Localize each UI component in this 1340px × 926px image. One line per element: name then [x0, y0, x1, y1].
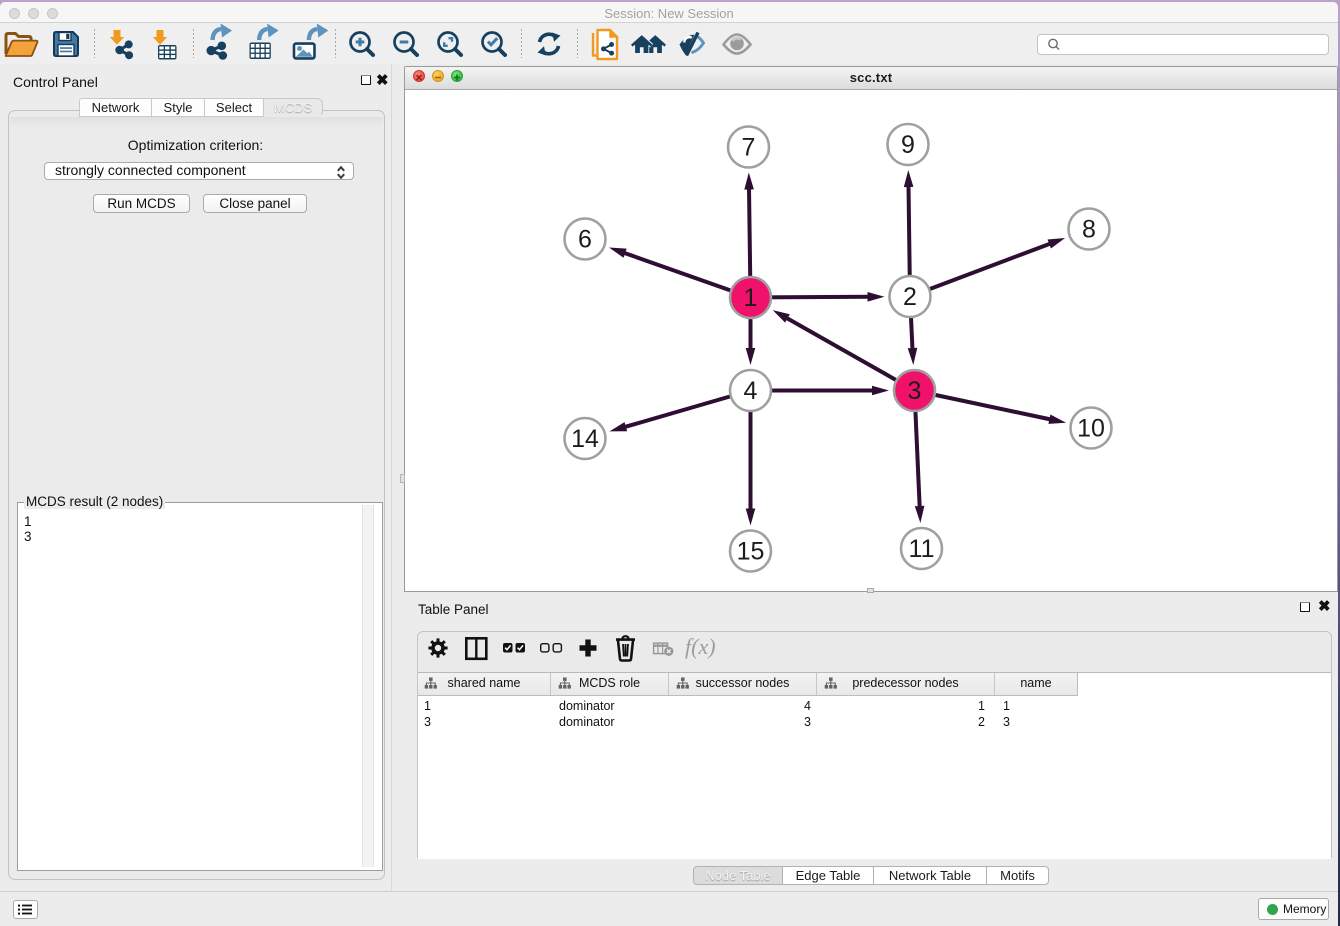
- svg-text:2: 2: [903, 283, 917, 311]
- svg-text:11: 11: [909, 535, 935, 563]
- svg-text:9: 9: [901, 131, 915, 159]
- svg-text:3: 3: [908, 377, 922, 405]
- svg-text:10: 10: [1077, 415, 1105, 443]
- svg-text:4: 4: [744, 377, 758, 405]
- svg-text:15: 15: [737, 538, 765, 566]
- svg-text:1: 1: [744, 284, 758, 312]
- svg-text:7: 7: [742, 134, 756, 162]
- svg-text:6: 6: [578, 226, 592, 254]
- svg-text:14: 14: [571, 425, 599, 453]
- svg-text:8: 8: [1082, 216, 1096, 244]
